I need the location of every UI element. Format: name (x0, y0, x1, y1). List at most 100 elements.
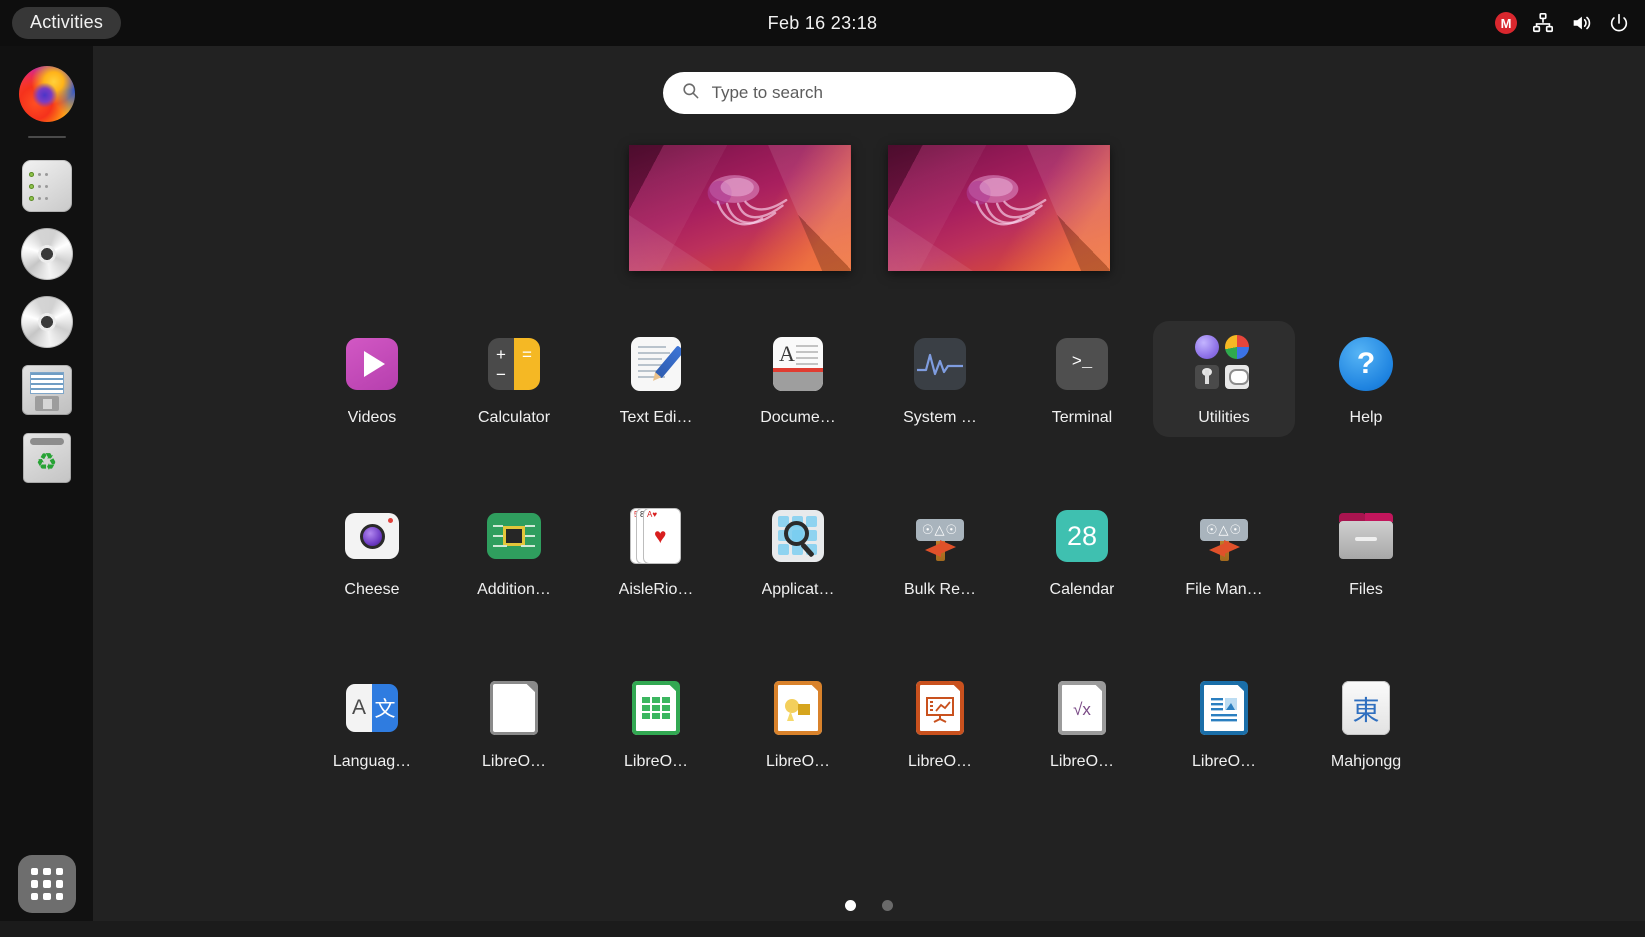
jellyfish-artwork (932, 165, 1070, 248)
grid-dot (56, 893, 63, 900)
app-label: Text Edi… (620, 409, 693, 427)
workspace-thumbnails (93, 145, 1645, 271)
app-item-language-selector[interactable]: A 文 Languag… (301, 665, 443, 781)
help-icon: ? (1337, 335, 1395, 393)
files-folder-icon (1337, 507, 1395, 565)
status-area: M (1495, 0, 1631, 46)
app-label: Languag… (333, 753, 411, 771)
app-label: LibreO… (1192, 753, 1256, 771)
bulk-rename-icon: ☉△☉ (911, 507, 969, 565)
dock-item-optical-disc-1[interactable] (19, 226, 75, 282)
app-item-bulk-rename[interactable]: ☉△☉ Bulk Re… (869, 493, 1011, 609)
app-item-mahjongg[interactable]: 東 Mahjongg (1295, 665, 1437, 781)
additional-drivers-icon (485, 507, 543, 565)
search-icon (681, 81, 700, 105)
app-item-aisleriot[interactable]: 5♦ 8♣ A♥ ♥ AisleRio… (585, 493, 727, 609)
mega-icon[interactable]: M (1495, 12, 1517, 34)
activities-button[interactable]: Activities (12, 7, 121, 39)
app-label: LibreO… (908, 753, 972, 771)
app-item-documents[interactable]: A Docume… (727, 321, 869, 437)
app-label: Videos (348, 409, 397, 427)
grid-dot (31, 880, 38, 887)
app-label: Cheese (344, 581, 399, 599)
app-label: LibreO… (482, 753, 546, 771)
app-item-file-manager[interactable]: ☉△☉ File Man… (1153, 493, 1295, 609)
dock-item-server-drive[interactable] (19, 158, 75, 214)
app-item-cheese[interactable]: Cheese (301, 493, 443, 609)
clock-area: Feb 16 23:18 (0, 0, 1645, 46)
pin-icon (1195, 365, 1219, 389)
firefox-icon (19, 66, 75, 122)
power-icon[interactable] (1607, 11, 1631, 35)
calendar-icon: 28 (1053, 507, 1111, 565)
utilities-folder-icon (1195, 335, 1253, 393)
page-dot-1[interactable] (845, 900, 856, 911)
app-item-files[interactable]: Files (1295, 493, 1437, 609)
system-monitor-icon (911, 335, 969, 393)
videos-icon (343, 335, 401, 393)
wired-network-icon[interactable] (1531, 11, 1555, 35)
workspace-thumbnail-2[interactable] (888, 145, 1110, 271)
dock-item-trash[interactable]: ♻ (19, 430, 75, 486)
volume-icon[interactable] (1569, 11, 1593, 35)
search-bar-wrapper (93, 72, 1645, 114)
app-item-system-monitor[interactable]: System … (869, 321, 1011, 437)
server-drive-icon (22, 160, 72, 212)
application-grid: Videos +− = Calculator Text Edi… (93, 321, 1645, 781)
show-applications-button[interactable] (18, 855, 76, 913)
app-item-libreoffice-start[interactable]: LibreO… (443, 665, 585, 781)
app-label: Docume… (760, 409, 836, 427)
libreoffice-math-icon: √x (1053, 679, 1111, 737)
workspace-thumbnail-1[interactable] (629, 145, 851, 271)
app-label: LibreO… (1050, 753, 1114, 771)
app-label: System … (903, 409, 977, 427)
terminal-icon: >_ (1053, 335, 1111, 393)
app-label: File Man… (1185, 581, 1262, 599)
app-item-additional-drivers[interactable]: Addition… (443, 493, 585, 609)
calculator-icon: +− = (485, 335, 543, 393)
clock-label[interactable]: Feb 16 23:18 (768, 13, 878, 34)
cd-disc-icon (21, 228, 73, 280)
grid-dot (56, 868, 63, 875)
app-item-help[interactable]: ? Help (1295, 321, 1437, 437)
text-editor-icon (627, 335, 685, 393)
top-bar: Activities Feb 16 23:18 M (0, 0, 1645, 46)
app-item-calendar[interactable]: 28 Calendar (1011, 493, 1153, 609)
mahjongg-icon: 東 (1337, 679, 1395, 737)
app-label: Utilities (1198, 409, 1250, 427)
app-item-libreoffice-math[interactable]: √x LibreO… (1011, 665, 1153, 781)
jellyfish-artwork (673, 165, 811, 248)
app-item-utilities[interactable]: Utilities (1153, 321, 1295, 437)
file-manager-icon: ☉△☉ (1195, 507, 1253, 565)
app-item-terminal[interactable]: >_ Terminal (1011, 321, 1153, 437)
cheese-camera-icon (343, 507, 401, 565)
search-input[interactable] (712, 83, 1058, 103)
dock-item-firefox[interactable] (19, 66, 75, 122)
dock-item-floppy-disk[interactable] (19, 362, 75, 418)
app-item-application-finder[interactable]: Applicat… (727, 493, 869, 609)
floppy-disk-icon (22, 365, 72, 415)
app-label: Applicat… (762, 581, 835, 599)
pie-chart-icon (1225, 335, 1249, 359)
app-item-libreoffice-writer[interactable]: LibreO… (1153, 665, 1295, 781)
app-item-libreoffice-impress[interactable]: LibreO… (869, 665, 1011, 781)
bottom-status-strip (0, 921, 1645, 937)
app-item-text-editor[interactable]: Text Edi… (585, 321, 727, 437)
app-label: Addition… (477, 581, 551, 599)
app-item-calculator[interactable]: +− = Calculator (443, 321, 585, 437)
app-label: Calendar (1050, 581, 1115, 599)
libreoffice-writer-icon (1195, 679, 1253, 737)
sphere-icon (1195, 335, 1219, 359)
search-box[interactable] (663, 72, 1076, 114)
trash-recycle-icon: ♻ (23, 433, 71, 483)
application-finder-icon (769, 507, 827, 565)
dock-item-optical-disc-2[interactable] (19, 294, 75, 350)
app-item-videos[interactable]: Videos (301, 321, 443, 437)
libreoffice-calc-icon (627, 679, 685, 737)
page-dot-2[interactable] (882, 900, 893, 911)
app-label: Terminal (1052, 409, 1112, 427)
app-item-libreoffice-draw[interactable]: LibreO… (727, 665, 869, 781)
app-label: Bulk Re… (904, 581, 976, 599)
app-item-libreoffice-calc[interactable]: LibreO… (585, 665, 727, 781)
app-label: LibreO… (624, 753, 688, 771)
